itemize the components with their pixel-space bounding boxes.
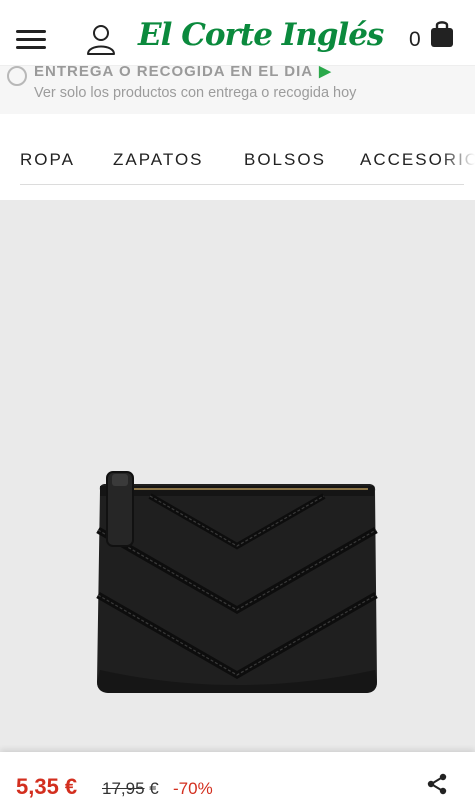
original-price-currency: €: [149, 779, 159, 798]
filter-title: ENTREGA O RECOGIDA EN EL DÍA: [34, 66, 314, 80]
category-tabs: ROPA ZAPATOS BOLSOS ACCESORIOS: [0, 114, 475, 186]
green-arrow-icon: ▶: [319, 66, 332, 80]
top-header: El Corte Inglés 0: [0, 0, 475, 66]
filter-subtitle: Ver solo los productos con entrega o rec…: [34, 85, 357, 101]
original-price-value: 17,95: [102, 779, 145, 798]
product-image[interactable]: [0, 200, 475, 752]
price-bar: 5,35 € 17,95 € -70%: [0, 752, 475, 803]
tab-ropa[interactable]: ROPA: [20, 150, 75, 170]
discount-badge: -70%: [173, 779, 213, 798]
wallet-illustration: [96, 471, 378, 693]
filter-radio-button[interactable]: [7, 66, 27, 86]
hamburger-menu-icon[interactable]: [16, 27, 48, 53]
share-icon[interactable]: [425, 772, 449, 796]
same-day-delivery-filter[interactable]: ENTREGA O RECOGIDA EN EL DÍA ▶ Ver solo l…: [0, 66, 475, 114]
current-price: 5,35 €: [16, 774, 78, 799]
category-nav: ROPA ZAPATOS BOLSOS ACCESORIOS: [0, 114, 475, 200]
original-price: 17,95 €: [102, 779, 159, 799]
filter-title-row: ENTREGA O RECOGIDA EN EL DÍA ▶: [34, 66, 332, 80]
shopping-bag-icon[interactable]: [428, 19, 456, 49]
tabs-divider: [20, 184, 464, 185]
el-corte-ingles-logo[interactable]: El Corte Inglés: [138, 12, 384, 58]
tab-zapatos[interactable]: ZAPATOS: [113, 150, 204, 170]
user-account-icon[interactable]: [84, 22, 118, 56]
cart-count-badge: 0: [409, 28, 421, 51]
tab-bolsos[interactable]: BOLSOS: [244, 150, 326, 170]
tabs-fade-overlay: [441, 144, 475, 174]
